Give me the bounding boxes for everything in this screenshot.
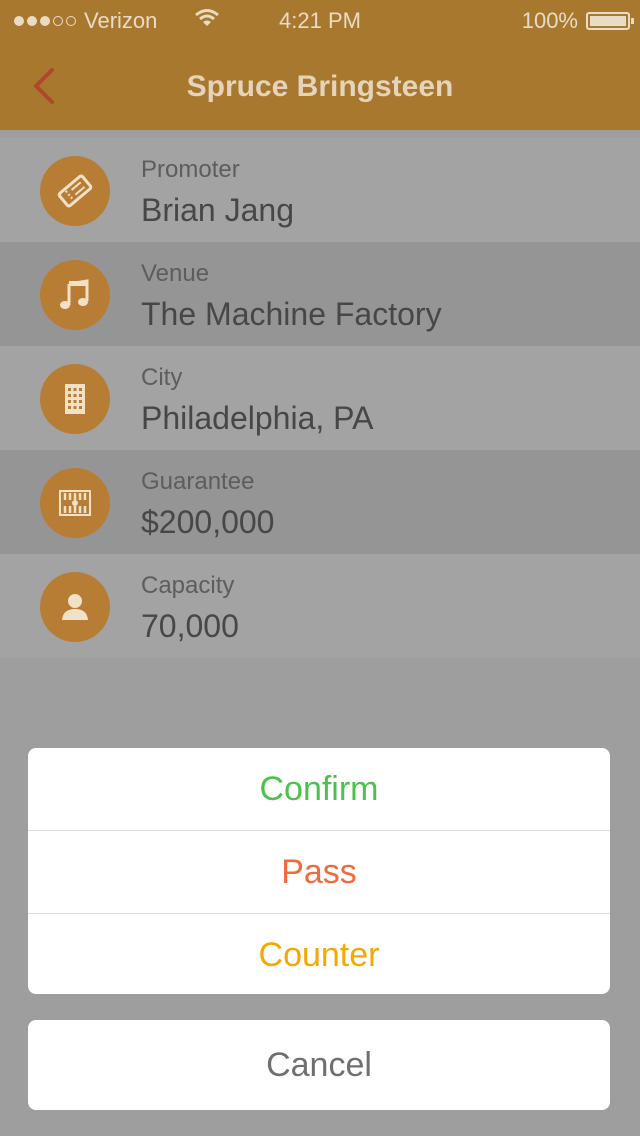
details-list: Promoter Brian Jang Venue The Machine Fa… (0, 138, 640, 658)
detail-value: Brian Jang (141, 192, 294, 228)
detail-label: Guarantee (141, 468, 255, 495)
detail-row-city[interactable]: City Philadelphia, PA (0, 346, 640, 450)
detail-row-guarantee[interactable]: Guarantee $200,000 (0, 450, 640, 554)
detail-value: Philadelphia, PA (141, 400, 374, 436)
detail-label: Promoter (141, 156, 240, 183)
pass-button[interactable]: Pass (28, 831, 610, 914)
building-icon (40, 364, 110, 434)
detail-label: Capacity (141, 572, 235, 599)
detail-row-promoter[interactable]: Promoter Brian Jang (0, 138, 640, 242)
music-note-icon (40, 260, 110, 330)
detail-label: City (141, 364, 183, 391)
header-bar: Verizon 4:21 PM 100% Spruce Bringsteen (0, 0, 640, 130)
page-title: Spruce Bringsteen (186, 70, 454, 103)
detail-label: Venue (141, 260, 210, 287)
person-icon (40, 572, 110, 642)
battery-icon (586, 12, 634, 30)
battery-status: 100% (521, 8, 634, 34)
action-sheet: Confirm Pass Counter (28, 748, 610, 994)
confirm-button[interactable]: Confirm (28, 748, 610, 831)
detail-row-capacity[interactable]: Capacity 70,000 (0, 554, 640, 658)
status-bar: Verizon 4:21 PM 100% (0, 0, 640, 40)
counter-button[interactable]: Counter (28, 914, 610, 994)
detail-row-venue[interactable]: Venue The Machine Factory (0, 242, 640, 346)
money-icon (40, 468, 110, 538)
battery-percent: 100% (521, 8, 578, 33)
navigation-bar: Spruce Bringsteen (0, 40, 640, 130)
cancel-button[interactable]: Cancel (28, 1020, 610, 1110)
detail-value: $200,000 (141, 504, 275, 540)
detail-value: 70,000 (141, 608, 239, 644)
ticket-icon (40, 156, 110, 226)
detail-value: The Machine Factory (141, 296, 442, 332)
